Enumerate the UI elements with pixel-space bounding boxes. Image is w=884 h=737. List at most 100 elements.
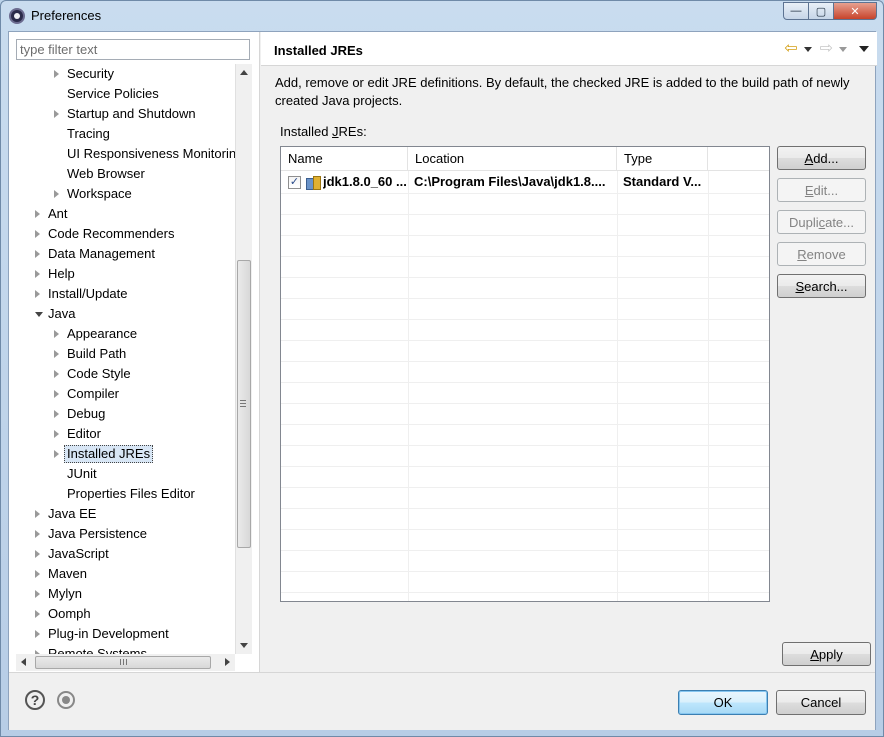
- duplicate-button[interactable]: Dupli c ate...: [777, 210, 866, 234]
- add-button[interactable]: Add...: [777, 146, 866, 170]
- ok-button[interactable]: OK: [678, 690, 768, 715]
- forward-dropdown-icon[interactable]: [839, 46, 847, 52]
- tree-item[interactable]: Java: [9, 304, 235, 324]
- scroll-up-icon[interactable]: [240, 70, 248, 75]
- tree-item[interactable]: Mylyn: [9, 584, 235, 604]
- tree-item[interactable]: Tracing: [9, 124, 235, 144]
- remove-button[interactable]: Remove: [777, 242, 866, 266]
- minimize-button[interactable]: —: [783, 2, 809, 20]
- collapsed-arrow-icon[interactable]: [54, 370, 59, 378]
- tree-item-label: Java EE: [48, 506, 97, 521]
- tree-item[interactable]: Debug: [9, 404, 235, 424]
- tree-horizontal-scrollbar[interactable]: [16, 654, 235, 671]
- collapsed-arrow-icon[interactable]: [35, 270, 40, 278]
- collapsed-arrow-icon[interactable]: [35, 510, 40, 518]
- tree-item[interactable]: Remote Systems: [9, 644, 235, 654]
- collapsed-arrow-icon[interactable]: [35, 550, 40, 558]
- remove-mnemonic: R: [797, 246, 807, 262]
- scroll-left-icon[interactable]: [21, 658, 26, 666]
- column-header-location[interactable]: Location: [408, 147, 617, 171]
- edit-rest: dit...: [813, 182, 839, 198]
- back-arrow-icon[interactable]: ⇦: [784, 41, 797, 57]
- scroll-down-icon[interactable]: [240, 643, 248, 648]
- edit-button[interactable]: Edit...: [777, 178, 866, 202]
- record-icon[interactable]: [57, 691, 75, 709]
- tree-vertical-scrollbar[interactable]: [235, 64, 252, 654]
- collapsed-arrow-icon[interactable]: [35, 590, 40, 598]
- jre-checkbox[interactable]: ✓: [288, 176, 301, 189]
- collapsed-arrow-icon[interactable]: [54, 430, 59, 438]
- back-dropdown-icon[interactable]: [803, 46, 812, 52]
- tree-item[interactable]: Java Persistence: [9, 524, 235, 544]
- grid-row-line: [281, 193, 769, 194]
- tree-item[interactable]: JavaScript: [9, 544, 235, 564]
- tree-item[interactable]: Appearance: [9, 324, 235, 344]
- collapsed-arrow-icon[interactable]: [54, 410, 59, 418]
- grid-row-line: [281, 550, 769, 551]
- forward-arrow-icon[interactable]: ⇨: [820, 41, 833, 57]
- collapsed-arrow-icon[interactable]: [35, 230, 40, 238]
- scroll-right-icon[interactable]: [225, 658, 230, 666]
- tree-item[interactable]: Ant: [9, 204, 235, 224]
- apply-mnemonic: A: [810, 646, 819, 662]
- collapsed-arrow-icon[interactable]: [54, 450, 59, 458]
- collapsed-arrow-icon[interactable]: [35, 290, 40, 298]
- search-mnemonic: S: [795, 278, 805, 294]
- tree-item[interactable]: Compiler: [9, 384, 235, 404]
- collapsed-arrow-icon[interactable]: [35, 610, 40, 618]
- collapsed-arrow-icon[interactable]: [54, 390, 59, 398]
- installed-label-pre: Installed: [280, 124, 333, 139]
- tree-item-label: Plug-in Development: [48, 626, 169, 641]
- tree-item[interactable]: Install/Update: [9, 284, 235, 304]
- grid-row-line: [281, 508, 769, 509]
- tree-item[interactable]: Code Recommenders: [9, 224, 235, 244]
- tree-item[interactable]: Build Path: [9, 344, 235, 364]
- tree-item-label: Tracing: [67, 126, 110, 141]
- tree-item[interactable]: Plug-in Development: [9, 624, 235, 644]
- grid-row-line: [281, 214, 769, 215]
- column-header-name[interactable]: Name: [281, 147, 408, 171]
- search-button[interactable]: Search...: [777, 274, 866, 298]
- collapsed-arrow-icon[interactable]: [35, 570, 40, 578]
- tree-item-label: Installed JREs: [64, 445, 154, 463]
- grid-row-line: [281, 424, 769, 425]
- tree-item[interactable]: Editor: [9, 424, 235, 444]
- tree-item[interactable]: Web Browser: [9, 164, 235, 184]
- collapsed-arrow-icon[interactable]: [54, 190, 59, 198]
- dialog-footer: ? OK Cancel: [9, 672, 875, 730]
- tree-item[interactable]: Java EE: [9, 504, 235, 524]
- apply-button[interactable]: Apply: [782, 642, 871, 666]
- help-icon[interactable]: ?: [25, 690, 45, 710]
- tree-item[interactable]: Oomph: [9, 604, 235, 624]
- tree-item[interactable]: Data Management: [9, 244, 235, 264]
- maximize-button[interactable]: ▢: [808, 2, 834, 20]
- tree-item[interactable]: Code Style: [9, 364, 235, 384]
- column-header-type[interactable]: Type: [617, 147, 708, 171]
- collapsed-arrow-icon[interactable]: [35, 630, 40, 638]
- collapsed-arrow-icon[interactable]: [35, 530, 40, 538]
- tree-item[interactable]: Workspace: [9, 184, 235, 204]
- collapsed-arrow-icon[interactable]: [54, 330, 59, 338]
- collapsed-arrow-icon[interactable]: [54, 70, 59, 78]
- tree-item[interactable]: UI Responsiveness Monitoring: [9, 144, 235, 164]
- collapsed-arrow-icon[interactable]: [54, 110, 59, 118]
- tree-item[interactable]: Service Policies: [9, 84, 235, 104]
- jre-table[interactable]: Name Location Type ✓ jdk1.8.0_60 ... C:\…: [280, 146, 770, 602]
- tree-item-label: Code Recommenders: [48, 226, 175, 241]
- collapsed-arrow-icon[interactable]: [35, 210, 40, 218]
- tree-item[interactable]: Maven: [9, 564, 235, 584]
- tree-item[interactable]: Help: [9, 264, 235, 284]
- collapsed-arrow-icon[interactable]: [35, 250, 40, 258]
- expanded-arrow-icon[interactable]: [35, 312, 43, 317]
- view-menu-icon[interactable]: [859, 46, 869, 52]
- title-bar[interactable]: Preferences — ▢ ✕: [1, 1, 883, 31]
- close-button[interactable]: ✕: [833, 2, 877, 20]
- collapsed-arrow-icon[interactable]: [54, 350, 59, 358]
- tree-item[interactable]: Properties Files Editor: [9, 484, 235, 504]
- filter-input[interactable]: [16, 39, 250, 60]
- tree-item[interactable]: Security: [9, 64, 235, 84]
- tree-item[interactable]: Startup and Shutdown: [9, 104, 235, 124]
- tree-item[interactable]: Installed JREs: [9, 444, 235, 464]
- cancel-button[interactable]: Cancel: [776, 690, 866, 715]
- tree-item[interactable]: JUnit: [9, 464, 235, 484]
